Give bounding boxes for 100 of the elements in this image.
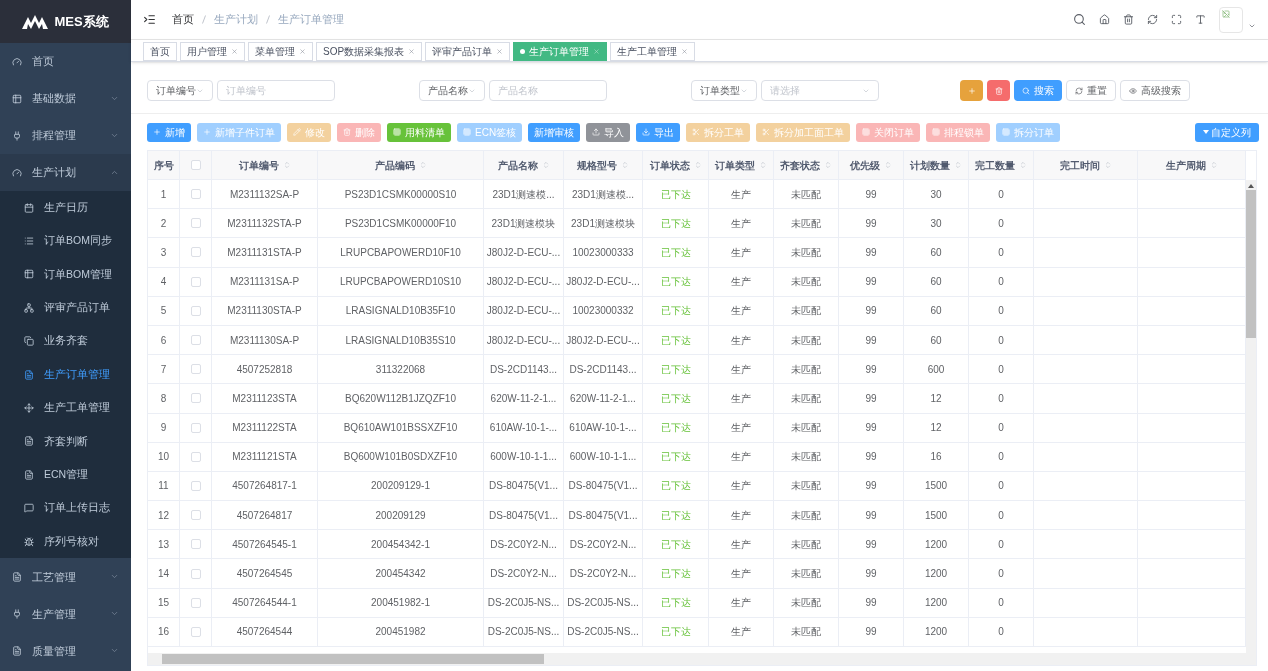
sidebar-item[interactable]: 生产日历 — [0, 191, 131, 225]
table-cell-text: DS-2C0Y2-N... — [569, 567, 637, 582]
column-header[interactable]: 订单类型 — [715, 157, 755, 173]
horizontal-scrollbar[interactable] — [148, 653, 1256, 665]
avatar[interactable] — [1219, 6, 1243, 33]
sidebar-item[interactable]: ECN管理 — [0, 458, 131, 492]
document-icon — [24, 369, 34, 380]
breadcrumb-item[interactable]: 首页 — [172, 11, 194, 28]
checkbox[interactable] — [190, 626, 201, 637]
menu-icon[interactable] — [143, 13, 156, 26]
icon-button[interactable] — [960, 80, 983, 101]
checkbox[interactable] — [190, 422, 201, 433]
sort-icon[interactable] — [824, 161, 832, 169]
sort-icon[interactable] — [282, 161, 291, 169]
tag-tab[interactable]: 评审产品订单 — [425, 42, 511, 61]
scrollbar-thumb[interactable] — [1246, 190, 1256, 338]
trash-icon[interactable] — [1123, 14, 1134, 25]
field-selector[interactable]: 订单类型 — [691, 80, 757, 101]
sidebar-item[interactable]: 订单BOM同步 — [0, 224, 131, 258]
checkbox[interactable] — [190, 451, 201, 462]
table-cell-text: 600W-10-1-1... — [490, 450, 557, 465]
sort-icon[interactable] — [418, 161, 427, 169]
sidebar-item[interactable]: 业务齐套 — [0, 324, 131, 358]
checkbox[interactable] — [190, 364, 201, 375]
sort-icon[interactable] — [1103, 161, 1112, 169]
sidebar-item[interactable]: 订单上传日志 — [0, 491, 131, 525]
sidebar-group[interactable]: 生产计划 — [0, 154, 131, 191]
field-selector[interactable]: 产品名称 — [419, 80, 485, 101]
home-icon[interactable] — [1099, 14, 1110, 25]
trash-icon — [343, 128, 351, 136]
sidebar-group[interactable]: 生产管理 — [0, 595, 131, 633]
sidebar-group[interactable]: 首页 — [0, 43, 131, 80]
sidebar-group[interactable]: 工艺管理 — [0, 558, 131, 596]
checkbox[interactable] — [190, 218, 201, 229]
column-header[interactable]: 产品名称 — [497, 157, 538, 173]
refresh-icon[interactable] — [1147, 14, 1158, 25]
table-cell-text: M2311132SA-P — [229, 187, 300, 202]
sidebar-item[interactable]: 齐套判断 — [0, 424, 131, 459]
font-size-icon[interactable] — [1195, 14, 1206, 25]
column-header[interactable]: 完工时间 — [1059, 157, 1100, 173]
checkbox[interactable] — [190, 597, 201, 608]
checkbox[interactable] — [190, 247, 201, 258]
column-header[interactable]: 规格型号 — [577, 157, 617, 173]
sort-icon[interactable] — [1019, 161, 1027, 169]
table-cell-text: 99 — [865, 362, 877, 377]
sort-icon[interactable] — [884, 161, 892, 169]
tag-tab[interactable]: SOP数据采集报表 — [316, 42, 423, 61]
column-header[interactable]: 优先级 — [850, 157, 880, 173]
checkbox[interactable] — [190, 480, 201, 491]
close-icon[interactable] — [496, 48, 504, 55]
sort-icon[interactable] — [693, 161, 702, 169]
checkbox[interactable] — [190, 510, 201, 521]
tag-tab[interactable]: 菜单管理 — [248, 42, 313, 61]
checkbox[interactable] — [190, 160, 201, 170]
close-icon[interactable] — [593, 48, 601, 55]
sidebar-item[interactable]: 生产工单管理 — [0, 391, 131, 425]
sidebar-item[interactable]: 生产订单管理 — [0, 357, 131, 392]
column-header[interactable]: 完工数量 — [975, 157, 1015, 173]
close-icon[interactable] — [408, 48, 416, 55]
sidebar-item[interactable]: 订单BOM管理 — [0, 257, 131, 292]
scroll-up-icon[interactable] — [1248, 184, 1254, 188]
sort-icon[interactable] — [621, 161, 629, 169]
sort-icon[interactable] — [759, 161, 767, 169]
tag-tab[interactable]: 生产工单管理 — [610, 42, 696, 61]
tag-tab[interactable]: 用户管理 — [180, 42, 245, 61]
search-bar-button[interactable]: 高级搜索 — [1120, 80, 1190, 101]
column-header[interactable]: 齐套状态 — [780, 157, 820, 173]
column-header[interactable]: 订单编号 — [238, 157, 279, 173]
close-icon[interactable] — [681, 48, 689, 55]
checkbox[interactable] — [190, 335, 201, 346]
checkbox[interactable] — [190, 276, 201, 287]
column-header[interactable]: 订单状态 — [649, 157, 690, 173]
scrollbar-thumb[interactable] — [162, 654, 544, 664]
checkbox[interactable] — [190, 568, 201, 579]
sort-icon[interactable] — [954, 161, 962, 169]
checkbox[interactable] — [190, 393, 201, 404]
fullscreen-icon[interactable] — [1171, 14, 1182, 25]
table-cell-text: 12 — [157, 508, 170, 523]
sidebar-group[interactable]: 排程管理 — [0, 117, 131, 154]
column-header[interactable]: 产品编码 — [374, 157, 415, 173]
close-icon[interactable] — [231, 48, 238, 55]
sidebar-group[interactable]: 基础数据 — [0, 80, 131, 117]
sort-icon[interactable] — [541, 161, 550, 169]
close-icon[interactable] — [299, 48, 306, 55]
sort-icon[interactable] — [1209, 161, 1218, 169]
sidebar-item[interactable]: 评审产品订单 — [0, 291, 131, 325]
vertical-scrollbar[interactable] — [1246, 180, 1256, 653]
sidebar-item[interactable]: 序列号核对 — [0, 524, 131, 559]
icon-button[interactable] — [987, 80, 1010, 101]
checkbox[interactable] — [190, 189, 201, 200]
tag-tab[interactable]: 首页 — [143, 42, 177, 61]
field-selector[interactable]: 订单编号 — [147, 80, 213, 101]
search-bar-button[interactable]: 重置 — [1066, 80, 1116, 101]
checkbox[interactable] — [190, 305, 201, 316]
sidebar-group[interactable]: 质量管理 — [0, 632, 131, 670]
column-header[interactable]: 序号 — [153, 157, 174, 173]
checkbox[interactable] — [190, 539, 201, 550]
column-header[interactable]: 生产周期 — [1165, 157, 1206, 173]
column-header[interactable]: 计划数量 — [910, 157, 950, 173]
search-icon[interactable] — [1073, 13, 1086, 26]
